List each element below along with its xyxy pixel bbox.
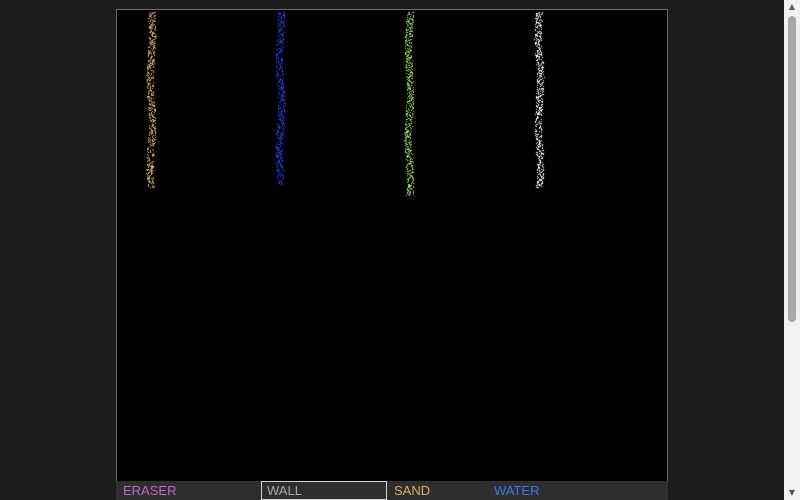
- vertical-scrollbar[interactable]: ▲ ▼: [784, 0, 800, 500]
- tool-toolbar: ERASER WALL SAND WATER: [116, 481, 668, 500]
- sand-tool-button[interactable]: SAND: [387, 481, 487, 500]
- scroll-down-arrow-icon[interactable]: ▼: [784, 486, 800, 500]
- scroll-up-arrow-icon[interactable]: ▲: [784, 0, 800, 14]
- wall-tool-button[interactable]: WALL: [261, 481, 387, 500]
- eraser-tool-button[interactable]: ERASER: [116, 481, 261, 500]
- water-tool-button[interactable]: WATER: [487, 481, 587, 500]
- game-frame: [116, 9, 668, 483]
- game-canvas[interactable]: [117, 10, 667, 482]
- scrollbar-thumb[interactable]: [788, 16, 796, 322]
- page: ERASER WALL SAND WATER ▲ ▼: [0, 0, 800, 500]
